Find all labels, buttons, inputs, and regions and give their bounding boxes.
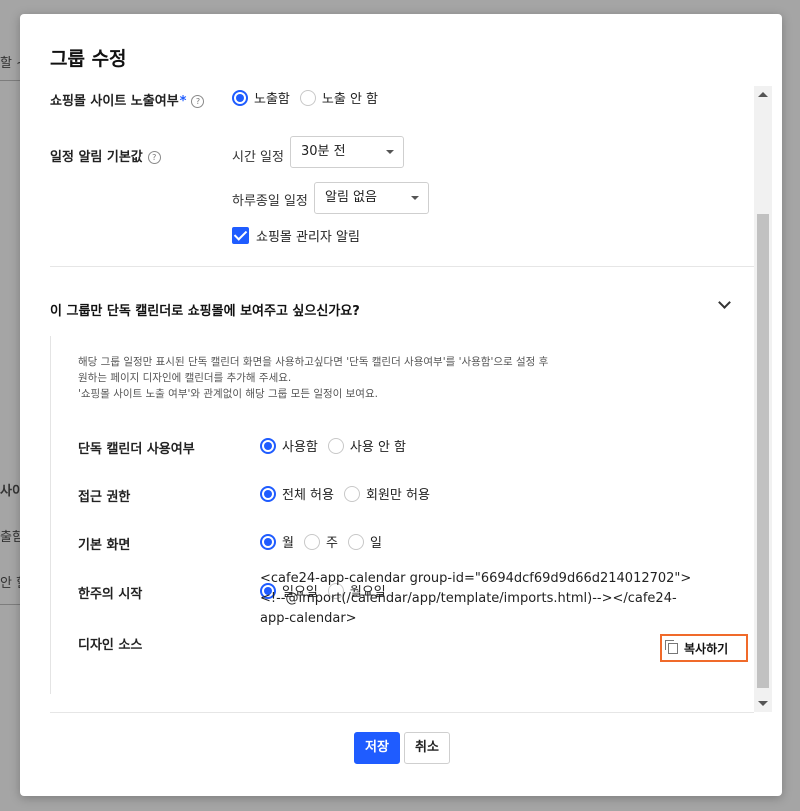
required-mark: * [179, 94, 187, 109]
modal-title: 그룹 수정 [50, 48, 127, 70]
scrollbar[interactable] [754, 86, 772, 712]
time-schedule-label: 시간 일정 [232, 150, 284, 165]
design-source-label: 디자인 소스 [78, 638, 143, 653]
copy-button[interactable]: 복사하기 [660, 634, 748, 662]
group-edit-modal: 그룹 수정 쇼핑몰 사이트 노출여부*? 노출함 노출 안 함 일정 알림 기본… [20, 14, 782, 796]
time-schedule-select[interactable]: 30분 전 [290, 136, 404, 168]
help-icon[interactable]: ? [191, 95, 205, 108]
default-view-radio-group: 월 주 일 [260, 532, 392, 551]
scrollbar-thumb[interactable] [757, 214, 769, 688]
radio-empty-icon [299, 89, 316, 106]
exposure-label: 쇼핑몰 사이트 노출여부*? [50, 90, 205, 109]
help-icon[interactable]: ? [147, 151, 161, 164]
standalone-option-nouse[interactable]: 사용 안 함 [327, 436, 406, 455]
radio-empty-icon [343, 485, 360, 502]
access-radio-group: 전체 허용 회원만 허용 [260, 484, 440, 503]
view-option-month[interactable]: 월 [260, 532, 294, 551]
exposure-option-hide[interactable]: 노출 안 함 [299, 88, 378, 107]
radio-selected-icon [260, 485, 276, 502]
chevron-down-icon [411, 196, 419, 200]
cancel-button[interactable]: 취소 [404, 732, 450, 764]
background-divider [0, 80, 20, 81]
radio-empty-icon [347, 533, 364, 550]
access-option-all[interactable]: 전체 허용 [260, 484, 334, 503]
scroll-up-icon[interactable] [758, 92, 768, 97]
exposure-radio-group: 노출함 노출 안 함 [232, 88, 388, 107]
footer-divider [50, 712, 754, 713]
admin-alert-checkbox[interactable]: 쇼핑몰 관리자 알림 [232, 226, 360, 245]
exposure-option-show[interactable]: 노출함 [232, 88, 290, 107]
chevron-down-icon[interactable] [718, 296, 731, 309]
design-source-code: <cafe24-app-calendar group-id="6694dcf69… [260, 571, 692, 626]
allday-schedule-label: 하루종일 일정 [232, 194, 308, 209]
allday-schedule-select[interactable]: 알림 없음 [314, 182, 429, 214]
copy-icon [665, 639, 678, 654]
chevron-down-icon [386, 150, 394, 154]
save-button[interactable]: 저장 [354, 732, 400, 764]
reminder-label: 일정 알림 기본값? [50, 146, 161, 165]
default-view-label: 기본 화면 [78, 538, 131, 553]
section-divider [50, 266, 754, 267]
standalone-section-title: 이 그룹만 단독 캘린더로 쇼핑몰에 보여주고 싶으신가요? [50, 304, 360, 319]
view-option-day[interactable]: 일 [347, 532, 382, 551]
radio-empty-icon [327, 437, 344, 454]
info-text: 해당 그룹 일정만 표시된 단독 캘린더 화면을 사용하고싶다면 '단독 캘린더… [78, 356, 549, 400]
standalone-label: 단독 캘린더 사용여부 [78, 442, 195, 457]
standalone-radio-group: 사용함 사용 안 함 [260, 436, 416, 455]
background-divider [0, 604, 20, 605]
radio-selected-icon [260, 533, 276, 550]
access-option-members[interactable]: 회원만 허용 [343, 484, 430, 503]
week-start-label: 한주의 시작 [78, 587, 143, 602]
standalone-option-use[interactable]: 사용함 [260, 436, 318, 455]
view-option-week[interactable]: 주 [303, 532, 338, 551]
radio-empty-icon [303, 533, 320, 550]
radio-selected-icon [260, 437, 276, 454]
radio-selected-icon [232, 89, 248, 106]
access-label: 접근 권한 [78, 490, 131, 505]
scroll-down-icon[interactable] [758, 701, 768, 706]
checkbox-checked-icon [232, 227, 249, 244]
